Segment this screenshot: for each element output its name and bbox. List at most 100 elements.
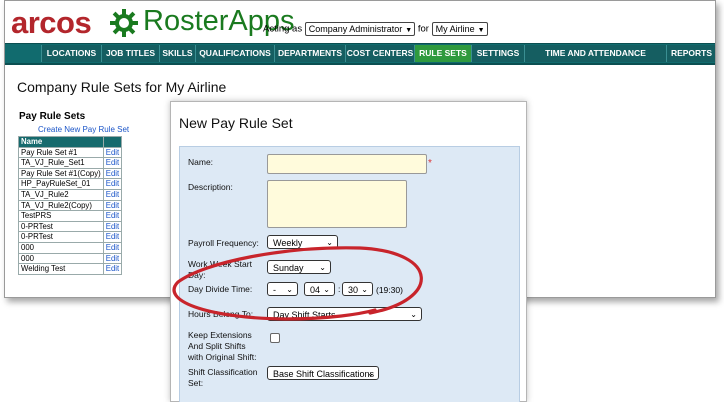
tab-rule-sets[interactable]: RULE SETS (414, 45, 472, 62)
table-row: 000 Edit (18, 241, 123, 254)
keep-extensions-checkbox[interactable] (270, 333, 280, 343)
edit-link[interactable]: Edit (102, 199, 123, 212)
rule-set-name: Pay Rule Set #1(Copy) (18, 167, 104, 180)
table-row: Welding Test Edit (18, 263, 123, 275)
main-nav: LOCATIONS JOB TITLES SKILLS QUALIFICATIO… (5, 43, 715, 75)
tab-locations[interactable]: LOCATIONS (41, 45, 102, 62)
work-week-start-day-value: Sunday (273, 263, 304, 273)
tab-departments[interactable]: DEPARTMENTS (274, 45, 346, 62)
table-row: 000 Edit (18, 252, 123, 265)
tab-settings[interactable]: SETTINGS (471, 45, 525, 62)
role-select[interactable]: Company Administrator ▼ (304, 22, 416, 36)
edit-link[interactable]: Edit (102, 167, 123, 180)
column-header-name: Name (18, 136, 104, 148)
chevron-down-icon: ⌄ (319, 263, 326, 272)
column-header-actions (102, 136, 123, 148)
table-row: Pay Rule Set #1 Edit (18, 146, 123, 159)
tab-job-titles[interactable]: JOB TITLES (101, 45, 160, 62)
edit-link[interactable]: Edit (102, 220, 123, 233)
work-week-start-day-label: Work Week Start Day: (188, 259, 252, 280)
edit-link[interactable]: Edit (102, 188, 123, 201)
hours-belong-to-label: Hours Belong To: (188, 309, 254, 319)
day-divide-sign-select[interactable]: - ⌄ (267, 282, 298, 296)
edit-link[interactable]: Edit (102, 178, 123, 190)
table-row: HP_PayRuleSet_01 Edit (18, 178, 123, 190)
tab-cost-centers[interactable]: COST CENTERS (345, 45, 415, 62)
table-row: 0-PRTest Edit (18, 220, 123, 233)
description-textarea[interactable] (267, 180, 407, 228)
day-divide-time-label: Day Divide Time: (188, 284, 253, 294)
name-label: Name: (188, 157, 214, 167)
rule-set-name: TestPRS (18, 210, 104, 222)
rule-set-name: TA_VJ_Rule2(Copy) (18, 199, 104, 212)
keep-extensions-label: Keep Extensions And Split Shifts with Or… (188, 330, 257, 362)
day-divide-sign-value: - (273, 285, 276, 295)
chevron-down-icon: ⌄ (410, 310, 417, 319)
header: arcos RosterApps Acting as Company Admin… (5, 1, 715, 45)
edit-link[interactable]: Edit (102, 241, 123, 254)
edit-link[interactable]: Edit (102, 146, 123, 159)
rule-set-name: 000 (18, 241, 104, 254)
rule-set-name: 0-PRTest (18, 220, 104, 233)
time-colon: : (338, 284, 341, 294)
chevron-down-icon: ⌄ (326, 238, 333, 247)
rule-set-name: 000 (18, 252, 104, 265)
edit-link[interactable]: Edit (102, 263, 123, 275)
edit-link[interactable]: Edit (102, 231, 123, 243)
table-row: TestPRS Edit (18, 210, 123, 222)
edit-link[interactable]: Edit (102, 157, 123, 169)
for-label: for (417, 23, 429, 35)
page-title: Company Rule Sets for My Airline (17, 79, 227, 95)
table-row: TA_VJ_Rule2(Copy) Edit (18, 199, 123, 212)
day-divide-minute-value: 30 (348, 285, 359, 295)
rule-set-name: 0-PRTest (18, 231, 104, 243)
day-divide-display: (19:30) (376, 285, 403, 295)
table-row: TA_VJ_Rule2 Edit (18, 188, 123, 201)
table-row: Pay Rule Set #1(Copy) Edit (18, 167, 123, 180)
chevron-down-icon: ⌄ (361, 285, 368, 294)
new-pay-rule-set-dialog: New Pay Rule Set Name: * Description: Pa… (170, 101, 527, 402)
shift-classification-set-label: Shift Classification Set: (188, 367, 258, 388)
acting-as-bar: Acting as Company Administrator ▼ for My … (263, 22, 488, 36)
tab-skills[interactable]: SKILLS (159, 45, 196, 62)
payroll-frequency-value: Weekly (273, 238, 303, 248)
brand-logo: arcos (11, 5, 92, 40)
chevron-down-icon: ▼ (405, 27, 413, 34)
tab-time-and-attendance-settings[interactable]: TIME AND ATTENDANCE SETTINGS (524, 45, 667, 75)
chevron-down-icon: ⌄ (286, 285, 293, 294)
day-divide-hour-select[interactable]: 04 ⌄ (304, 282, 335, 296)
rule-set-name: TA_VJ_Rule2 (18, 188, 104, 201)
rule-set-name: TA_VJ_Rule_Set1 (18, 157, 104, 169)
pay-rule-sets-heading: Pay Rule Sets (19, 111, 86, 122)
rule-set-name: Pay Rule Set #1 (18, 146, 104, 159)
chevron-down-icon: ▼ (477, 27, 485, 34)
chevron-down-icon: ⌄ (323, 285, 330, 294)
day-divide-minute-select[interactable]: 30 ⌄ (342, 282, 373, 296)
payroll-frequency-label: Payroll Frequency: (188, 238, 259, 248)
tab-reports[interactable]: REPORTS (666, 45, 715, 62)
name-input[interactable] (267, 154, 427, 174)
table-row: 0-PRTest Edit (18, 231, 123, 243)
dialog-form: Name: * Description: Payroll Frequency: … (179, 146, 520, 402)
hours-belong-to-value: Day Shift Starts (273, 310, 336, 320)
role-select-value: Company Administrator (308, 24, 403, 34)
acting-as-label: Acting as (263, 23, 303, 35)
shift-classification-set-value: Base Shift Classifications (273, 369, 375, 379)
required-marker: * (428, 158, 432, 169)
hours-belong-to-select[interactable]: Day Shift Starts ⌄ (267, 307, 422, 321)
table-row: TA_VJ_Rule_Set1 Edit (18, 157, 123, 169)
day-divide-hour-value: 04 (310, 285, 321, 295)
company-select[interactable]: My Airline ▼ (431, 22, 488, 36)
tab-qualifications[interactable]: QUALIFICATIONS (195, 45, 275, 62)
description-label: Description: (188, 182, 233, 192)
edit-link[interactable]: Edit (102, 210, 123, 222)
edit-link[interactable]: Edit (102, 252, 123, 265)
payroll-frequency-select[interactable]: Weekly ⌄ (267, 235, 338, 249)
pay-rule-sets-table: Name Pay Rule Set #1 Edit TA_VJ_Rule_Set1 E… (18, 136, 123, 275)
create-pay-rule-set-link[interactable]: Create New Pay Rule Set (38, 125, 129, 134)
dialog-title: New Pay Rule Set (179, 115, 293, 131)
chevron-down-icon: ⌄ (367, 369, 374, 378)
gear-logo-icon (110, 9, 138, 37)
shift-classification-set-select[interactable]: Base Shift Classifications ⌄ (267, 366, 379, 380)
work-week-start-day-select[interactable]: Sunday ⌄ (267, 260, 331, 274)
